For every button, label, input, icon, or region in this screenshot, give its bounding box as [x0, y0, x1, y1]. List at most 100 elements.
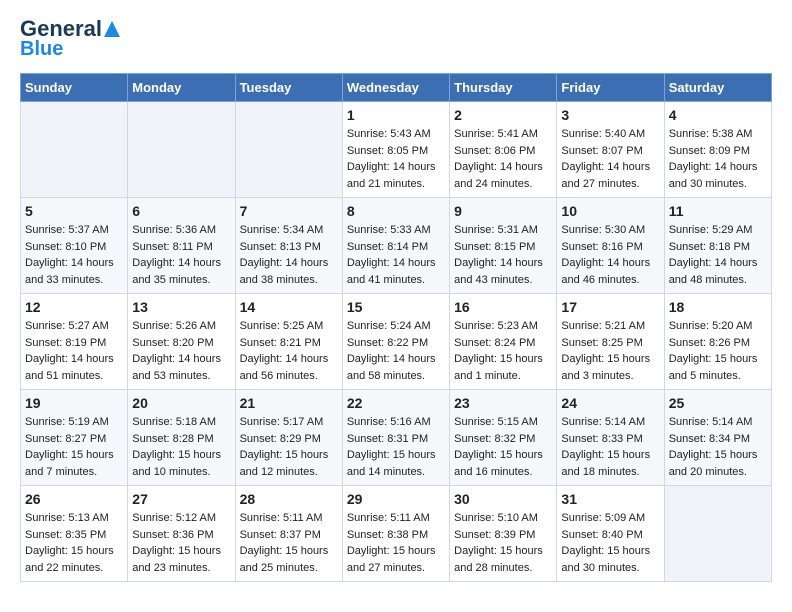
day-info: Sunrise: 5:15 AMSunset: 8:32 PMDaylight:…: [454, 414, 552, 480]
day-info: Sunrise: 5:18 AMSunset: 8:28 PMDaylight:…: [132, 414, 230, 480]
day-number: 8: [347, 203, 445, 219]
calendar-cell: [128, 102, 235, 198]
col-header-monday: Monday: [128, 74, 235, 102]
day-info: Sunrise: 5:33 AMSunset: 8:14 PMDaylight:…: [347, 222, 445, 288]
day-number: 17: [561, 299, 659, 315]
day-info: Sunrise: 5:43 AMSunset: 8:05 PMDaylight:…: [347, 126, 445, 192]
day-info: Sunrise: 5:10 AMSunset: 8:39 PMDaylight:…: [454, 510, 552, 576]
day-info: Sunrise: 5:38 AMSunset: 8:09 PMDaylight:…: [669, 126, 767, 192]
page-header: General Blue: [20, 16, 772, 61]
day-info: Sunrise: 5:12 AMSunset: 8:36 PMDaylight:…: [132, 510, 230, 576]
day-info: Sunrise: 5:14 AMSunset: 8:34 PMDaylight:…: [669, 414, 767, 480]
col-header-tuesday: Tuesday: [235, 74, 342, 102]
calendar-cell: 14 Sunrise: 5:25 AMSunset: 8:21 PMDayligh…: [235, 294, 342, 390]
day-number: 22: [347, 395, 445, 411]
day-number: 6: [132, 203, 230, 219]
day-info: Sunrise: 5:37 AMSunset: 8:10 PMDaylight:…: [25, 222, 123, 288]
calendar-cell: 12 Sunrise: 5:27 AMSunset: 8:19 PMDayligh…: [21, 294, 128, 390]
calendar-cell: 15 Sunrise: 5:24 AMSunset: 8:22 PMDayligh…: [342, 294, 449, 390]
day-number: 15: [347, 299, 445, 315]
logo-blue: Blue: [20, 38, 120, 61]
day-info: Sunrise: 5:11 AMSunset: 8:38 PMDaylight:…: [347, 510, 445, 576]
day-number: 30: [454, 491, 552, 507]
calendar-cell: 16 Sunrise: 5:23 AMSunset: 8:24 PMDayligh…: [450, 294, 557, 390]
day-info: Sunrise: 5:24 AMSunset: 8:22 PMDaylight:…: [347, 318, 445, 384]
calendar-cell: 24Sunrise: 5:14 AMSunset: 8:33 PMDayligh…: [557, 390, 664, 486]
calendar-cell: 25 Sunrise: 5:14 AMSunset: 8:34 PMDayligh…: [664, 390, 771, 486]
calendar-cell: 19Sunrise: 5:19 AMSunset: 8:27 PMDayligh…: [21, 390, 128, 486]
day-info: Sunrise: 5:25 AMSunset: 8:21 PMDaylight:…: [240, 318, 338, 384]
calendar-cell: 17 Sunrise: 5:21 AMSunset: 8:25 PMDayligh…: [557, 294, 664, 390]
day-info: Sunrise: 5:13 AMSunset: 8:35 PMDaylight:…: [25, 510, 123, 576]
day-info: Sunrise: 5:11 AMSunset: 8:37 PMDaylight:…: [240, 510, 338, 576]
calendar-cell: 9 Sunrise: 5:31 AMSunset: 8:15 PMDaylight…: [450, 198, 557, 294]
day-number: 28: [240, 491, 338, 507]
calendar-cell: 6 Sunrise: 5:36 AMSunset: 8:11 PMDaylight…: [128, 198, 235, 294]
day-info: Sunrise: 5:34 AMSunset: 8:13 PMDaylight:…: [240, 222, 338, 288]
day-info: Sunrise: 5:31 AMSunset: 8:15 PMDaylight:…: [454, 222, 552, 288]
day-number: 27: [132, 491, 230, 507]
day-number: 31: [561, 491, 659, 507]
day-info: Sunrise: 5:16 AMSunset: 8:31 PMDaylight:…: [347, 414, 445, 480]
col-header-thursday: Thursday: [450, 74, 557, 102]
day-number: 10: [561, 203, 659, 219]
day-number: 26: [25, 491, 123, 507]
day-number: 18: [669, 299, 767, 315]
day-number: 2: [454, 107, 552, 123]
calendar-cell: 5 Sunrise: 5:37 AMSunset: 8:10 PMDaylight…: [21, 198, 128, 294]
calendar-cell: 30 Sunrise: 5:10 AMSunset: 8:39 PMDayligh…: [450, 486, 557, 582]
calendar-cell: [21, 102, 128, 198]
day-number: 25: [669, 395, 767, 411]
col-header-wednesday: Wednesday: [342, 74, 449, 102]
col-header-saturday: Saturday: [664, 74, 771, 102]
day-number: 5: [25, 203, 123, 219]
day-info: Sunrise: 5:27 AMSunset: 8:19 PMDaylight:…: [25, 318, 123, 384]
calendar-cell: 7Sunrise: 5:34 AMSunset: 8:13 PMDaylight…: [235, 198, 342, 294]
calendar-cell: 23 Sunrise: 5:15 AMSunset: 8:32 PMDayligh…: [450, 390, 557, 486]
calendar-cell: [664, 486, 771, 582]
day-number: 21: [240, 395, 338, 411]
day-number: 1: [347, 107, 445, 123]
calendar-cell: 4 Sunrise: 5:38 AMSunset: 8:09 PMDaylight…: [664, 102, 771, 198]
day-info: Sunrise: 5:19 AMSunset: 8:27 PMDaylight:…: [25, 414, 123, 480]
day-info: Sunrise: 5:41 AMSunset: 8:06 PMDaylight:…: [454, 126, 552, 192]
day-number: 16: [454, 299, 552, 315]
day-info: Sunrise: 5:30 AMSunset: 8:16 PMDaylight:…: [561, 222, 659, 288]
calendar-cell: 2 Sunrise: 5:41 AMSunset: 8:06 PMDaylight…: [450, 102, 557, 198]
day-info: Sunrise: 5:23 AMSunset: 8:24 PMDaylight:…: [454, 318, 552, 384]
calendar-cell: 3Sunrise: 5:40 AMSunset: 8:07 PMDaylight…: [557, 102, 664, 198]
calendar-cell: [235, 102, 342, 198]
calendar-cell: 26 Sunrise: 5:13 AMSunset: 8:35 PMDayligh…: [21, 486, 128, 582]
calendar-cell: 22 Sunrise: 5:16 AMSunset: 8:31 PMDayligh…: [342, 390, 449, 486]
day-info: Sunrise: 5:36 AMSunset: 8:11 PMDaylight:…: [132, 222, 230, 288]
day-info: Sunrise: 5:17 AMSunset: 8:29 PMDaylight:…: [240, 414, 338, 480]
col-header-friday: Friday: [557, 74, 664, 102]
day-number: 12: [25, 299, 123, 315]
calendar-cell: 1 Sunrise: 5:43 AMSunset: 8:05 PMDaylight…: [342, 102, 449, 198]
col-header-sunday: Sunday: [21, 74, 128, 102]
day-number: 20: [132, 395, 230, 411]
day-number: 14: [240, 299, 338, 315]
day-number: 11: [669, 203, 767, 219]
day-number: 23: [454, 395, 552, 411]
calendar-cell: 28 Sunrise: 5:11 AMSunset: 8:37 PMDayligh…: [235, 486, 342, 582]
day-number: 29: [347, 491, 445, 507]
day-info: Sunrise: 5:29 AMSunset: 8:18 PMDaylight:…: [669, 222, 767, 288]
calendar-cell: 31 Sunrise: 5:09 AMSunset: 8:40 PMDayligh…: [557, 486, 664, 582]
day-info: Sunrise: 5:26 AMSunset: 8:20 PMDaylight:…: [132, 318, 230, 384]
calendar-cell: 29 Sunrise: 5:11 AMSunset: 8:38 PMDayligh…: [342, 486, 449, 582]
calendar-cell: 21 Sunrise: 5:17 AMSunset: 8:29 PMDayligh…: [235, 390, 342, 486]
day-number: 13: [132, 299, 230, 315]
logo: General Blue: [20, 16, 120, 61]
day-info: Sunrise: 5:21 AMSunset: 8:25 PMDaylight:…: [561, 318, 659, 384]
calendar-cell: 8 Sunrise: 5:33 AMSunset: 8:14 PMDaylight…: [342, 198, 449, 294]
day-number: 4: [669, 107, 767, 123]
day-number: 9: [454, 203, 552, 219]
calendar-cell: 11 Sunrise: 5:29 AMSunset: 8:18 PMDayligh…: [664, 198, 771, 294]
calendar-cell: 27 Sunrise: 5:12 AMSunset: 8:36 PMDayligh…: [128, 486, 235, 582]
calendar-cell: 20 Sunrise: 5:18 AMSunset: 8:28 PMDayligh…: [128, 390, 235, 486]
day-info: Sunrise: 5:20 AMSunset: 8:26 PMDaylight:…: [669, 318, 767, 384]
day-number: 24: [561, 395, 659, 411]
day-info: Sunrise: 5:09 AMSunset: 8:40 PMDaylight:…: [561, 510, 659, 576]
day-number: 3: [561, 107, 659, 123]
